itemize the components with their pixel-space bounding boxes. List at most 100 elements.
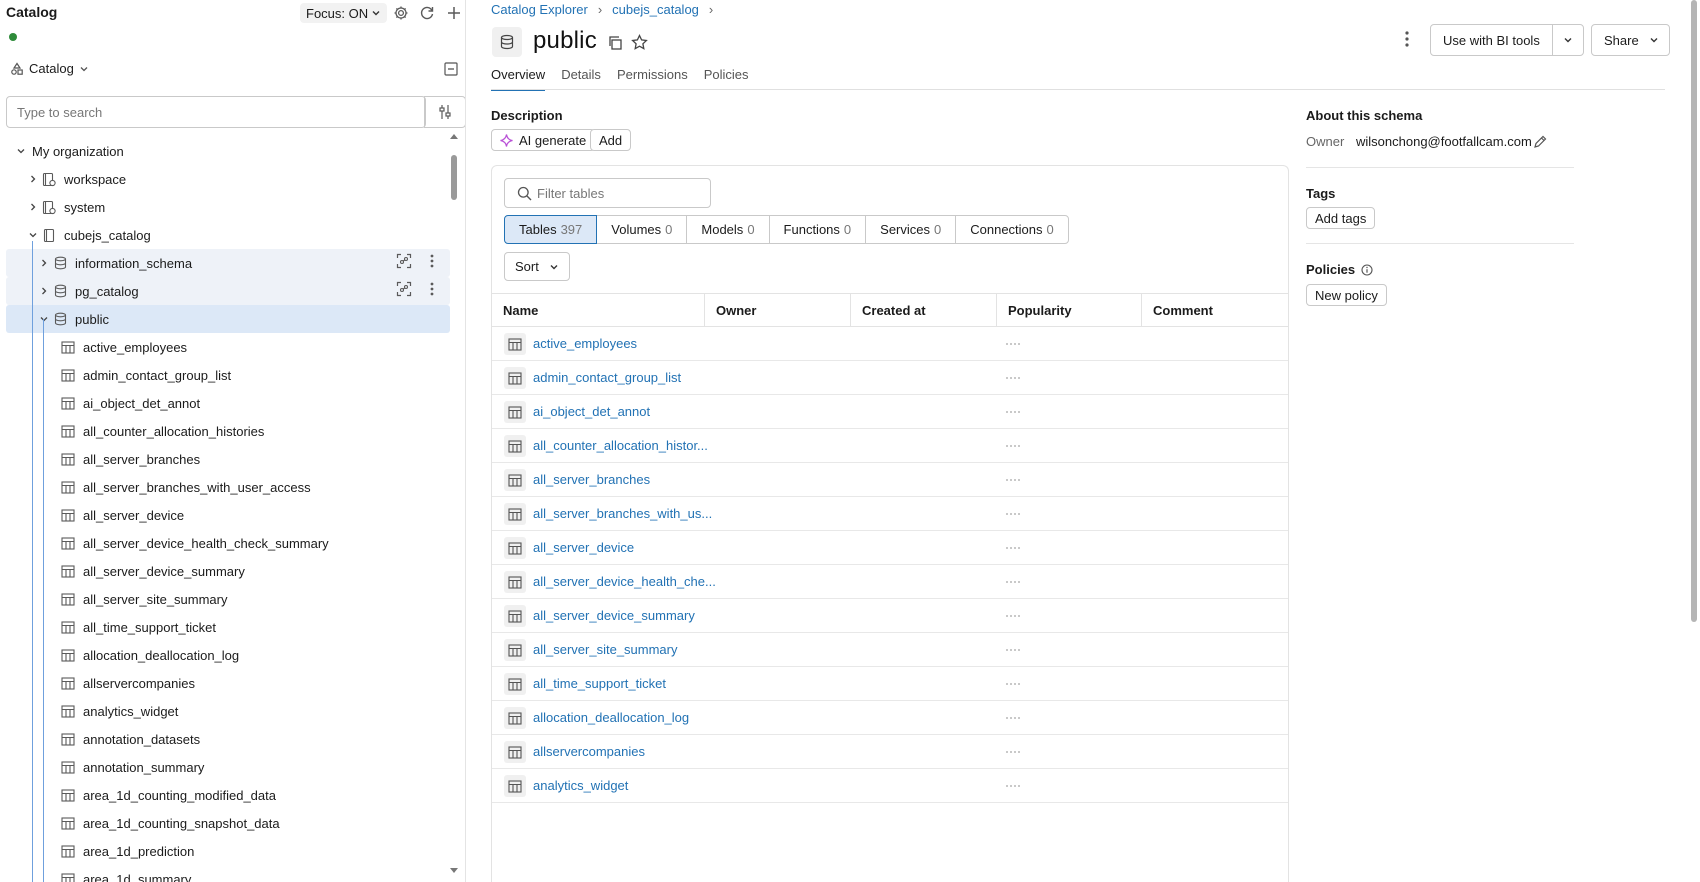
- tab-overview[interactable]: Overview: [491, 67, 546, 91]
- tree-node-admin-contact-group-list[interactable]: admin_contact_group_list: [6, 361, 450, 389]
- column-popularity[interactable]: Popularity: [997, 294, 1142, 327]
- refresh-icon[interactable]: [417, 3, 437, 23]
- table-name-link[interactable]: all_server_branches_with_us...: [533, 506, 712, 521]
- tree-node-all-server-device-summary[interactable]: all_server_device_summary: [6, 557, 450, 585]
- tree-node-allservercompanies[interactable]: allservercompanies: [6, 669, 450, 697]
- column-name[interactable]: Name: [492, 294, 705, 327]
- tree-node-public[interactable]: public: [6, 305, 450, 333]
- tree-node-area-1d-counting-snapshot-data[interactable]: area_1d_counting_snapshot_data: [6, 809, 450, 837]
- tree-scrollbar-thumb[interactable]: [451, 155, 457, 200]
- table-name-link[interactable]: ai_object_det_annot: [533, 404, 650, 419]
- tab-connections[interactable]: Connections 0: [955, 215, 1069, 244]
- table-row[interactable]: all_server_device: [492, 531, 1288, 565]
- chevron-down-icon[interactable]: [37, 314, 51, 324]
- tab-functions[interactable]: Functions 0: [768, 215, 867, 244]
- tree-node-system[interactable]: system: [6, 193, 450, 221]
- table-name-link[interactable]: analytics_widget: [533, 778, 628, 793]
- table-row[interactable]: active_employees: [492, 327, 1288, 361]
- chevron-right-icon[interactable]: [37, 286, 51, 296]
- collapse-all-icon[interactable]: [444, 62, 458, 76]
- table-row[interactable]: all_time_support_ticket: [492, 667, 1288, 701]
- chevron-right-icon[interactable]: [37, 258, 51, 268]
- pencil-icon[interactable]: [1533, 135, 1547, 149]
- catalog-selector[interactable]: Catalog: [10, 61, 89, 76]
- more-options-icon[interactable]: [426, 281, 438, 297]
- tree-node-area-1d-summary[interactable]: area_1d_summary: [6, 865, 450, 882]
- chevron-down-icon[interactable]: [14, 146, 28, 156]
- table-row[interactable]: allocation_deallocation_log: [492, 701, 1288, 735]
- table-row[interactable]: all_counter_allocation_histor...: [492, 429, 1288, 463]
- column-owner[interactable]: Owner: [705, 294, 851, 327]
- more-options-icon[interactable]: [426, 253, 438, 269]
- table-row[interactable]: all_server_device_summary: [492, 599, 1288, 633]
- tab-details[interactable]: Details: [561, 67, 601, 91]
- tree-scrollbar[interactable]: [449, 134, 459, 882]
- share-button[interactable]: Share: [1591, 24, 1670, 56]
- add-tags-button[interactable]: Add tags: [1306, 207, 1376, 229]
- add-icon[interactable]: [444, 3, 464, 23]
- catalog-search-input[interactable]: [7, 97, 426, 127]
- more-options-icon[interactable]: [1404, 30, 1410, 48]
- tab-policies[interactable]: Policies: [704, 67, 749, 91]
- tree-node-area-1d-counting-modified-data[interactable]: area_1d_counting_modified_data: [6, 781, 450, 809]
- chevron-right-icon[interactable]: [26, 202, 40, 212]
- table-name-link[interactable]: all_time_support_ticket: [533, 676, 666, 691]
- page-scrollbar-thumb[interactable]: [1691, 0, 1697, 622]
- bi-tools-label[interactable]: Use with BI tools: [1431, 25, 1553, 55]
- chevron-right-icon[interactable]: [26, 174, 40, 184]
- table-name-link[interactable]: active_employees: [533, 336, 637, 351]
- tree-node-workspace[interactable]: workspace: [6, 165, 450, 193]
- copy-icon[interactable]: [607, 35, 623, 51]
- add-description-button[interactable]: Add: [590, 129, 632, 151]
- table-name-link[interactable]: all_server_site_summary: [533, 642, 678, 657]
- table-name-link[interactable]: allservercompanies: [533, 744, 645, 759]
- ai-generate-button[interactable]: AI generate: [491, 129, 596, 151]
- use-with-bi-tools-button[interactable]: Use with BI tools: [1430, 24, 1584, 56]
- tree-node-my-organization[interactable]: My organization: [6, 137, 450, 165]
- star-icon[interactable]: [631, 34, 648, 51]
- tab-volumes[interactable]: Volumes 0: [596, 215, 688, 244]
- table-row[interactable]: all_server_site_summary: [492, 633, 1288, 667]
- table-name-link[interactable]: all_server_device_health_che...: [533, 574, 716, 589]
- tree-node-active-employees[interactable]: active_employees: [6, 333, 450, 361]
- tree-node-all-counter-allocation-histories[interactable]: all_counter_allocation_histories: [6, 417, 450, 445]
- page-scrollbar[interactable]: [1688, 0, 1700, 882]
- tree-node-cubejs-catalog[interactable]: cubejs_catalog: [6, 221, 450, 249]
- breadcrumb-catalog-explorer[interactable]: Catalog Explorer: [491, 2, 588, 17]
- tree-node-all-server-branches[interactable]: all_server_branches: [6, 445, 450, 473]
- tree-node-allocation-deallocation-log[interactable]: allocation_deallocation_log: [6, 641, 450, 669]
- lineage-icon[interactable]: [396, 253, 412, 269]
- tree-node-analytics-widget[interactable]: analytics_widget: [6, 697, 450, 725]
- tree-node-ai-object-det-annot[interactable]: ai_object_det_annot: [6, 389, 450, 417]
- gear-icon[interactable]: [391, 3, 411, 23]
- sort-button[interactable]: Sort: [504, 252, 570, 281]
- tab-models[interactable]: Models 0: [686, 215, 770, 244]
- tab-services[interactable]: Services 0: [865, 215, 957, 244]
- column-comment[interactable]: Comment: [1142, 294, 1288, 327]
- table-row[interactable]: all_server_device_health_che...: [492, 565, 1288, 599]
- chevron-down-icon[interactable]: [1553, 25, 1583, 55]
- focus-toggle[interactable]: Focus: ON: [300, 3, 388, 23]
- column-created-at[interactable]: Created at: [851, 294, 997, 327]
- tree-node-annotation-datasets[interactable]: annotation_datasets: [6, 725, 450, 753]
- tree-node-pg-catalog[interactable]: pg_catalog: [6, 277, 450, 305]
- tree-node-all-time-support-ticket[interactable]: all_time_support_ticket: [6, 613, 450, 641]
- table-row[interactable]: analytics_widget: [492, 769, 1288, 803]
- table-row[interactable]: admin_contact_group_list: [492, 361, 1288, 395]
- table-name-link[interactable]: allocation_deallocation_log: [533, 710, 689, 725]
- tree-node-annotation-summary[interactable]: annotation_summary: [6, 753, 450, 781]
- table-name-link[interactable]: all_server_device: [533, 540, 634, 555]
- lineage-icon[interactable]: [396, 281, 412, 297]
- chevron-down-icon[interactable]: [26, 230, 40, 240]
- tab-permissions[interactable]: Permissions: [617, 67, 688, 91]
- table-name-link[interactable]: all_counter_allocation_histor...: [533, 438, 708, 453]
- tree-node-information-schema[interactable]: information_schema: [6, 249, 450, 277]
- filter-tables-input[interactable]: [537, 180, 707, 206]
- table-name-link[interactable]: all_server_device_summary: [533, 608, 695, 623]
- table-name-link[interactable]: all_server_branches: [533, 472, 650, 487]
- table-row[interactable]: allservercompanies: [492, 735, 1288, 769]
- tree-node-all-server-branches-with-user-access[interactable]: all_server_branches_with_user_access: [6, 473, 450, 501]
- table-row[interactable]: ai_object_det_annot: [492, 395, 1288, 429]
- new-policy-button[interactable]: New policy: [1306, 284, 1387, 306]
- breadcrumb-cubejs-catalog[interactable]: cubejs_catalog: [612, 2, 699, 17]
